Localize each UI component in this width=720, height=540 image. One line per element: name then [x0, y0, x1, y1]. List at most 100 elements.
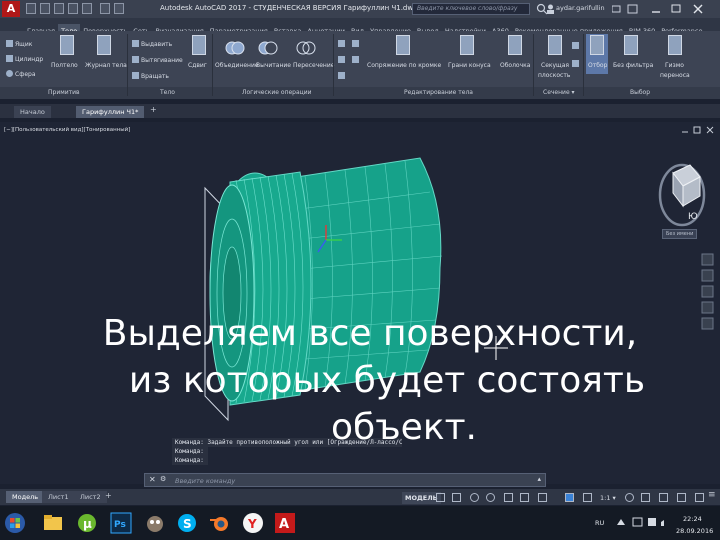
- polysolid-icon[interactable]: [60, 35, 74, 55]
- annotation-scale-icon[interactable]: [583, 493, 592, 502]
- autocad-taskbar-icon[interactable]: A: [274, 512, 296, 534]
- gizmo-label-2[interactable]: переноса: [660, 72, 690, 79]
- add-layout-icon[interactable]: +: [105, 491, 112, 500]
- blender-icon[interactable]: [208, 512, 230, 534]
- new-tab-icon[interactable]: +: [150, 105, 157, 114]
- section-tool-1[interactable]: [572, 42, 581, 50]
- system-tray-icons[interactable]: [615, 515, 671, 529]
- fillet-edge-icon[interactable]: [396, 35, 410, 55]
- units-icon[interactable]: [641, 493, 650, 502]
- box-button[interactable]: Ящик: [6, 40, 32, 48]
- box-icon: [6, 40, 13, 47]
- yandex-browser-icon[interactable]: Y: [242, 512, 264, 534]
- gimp-icon[interactable]: [144, 512, 166, 534]
- sphere-button[interactable]: Сфера: [6, 70, 36, 78]
- sweep-label[interactable]: Сдвиг: [188, 62, 207, 69]
- search-input[interactable]: Введите ключевое слово/фразу: [412, 3, 530, 15]
- taper-faces-icon[interactable]: [460, 35, 474, 55]
- clock-date[interactable]: 28.09.2016: [676, 527, 713, 535]
- photoshop-icon[interactable]: Ps: [110, 512, 132, 534]
- sweep-icon[interactable]: [192, 35, 206, 55]
- language-indicator[interactable]: RU: [595, 519, 604, 527]
- print-icon[interactable]: [82, 3, 92, 14]
- redo-icon[interactable]: [114, 3, 124, 14]
- svg-text:S: S: [183, 517, 192, 531]
- section-plane-icon[interactable]: [548, 35, 562, 55]
- file-tab-drawing[interactable]: Гарифуллин Ч1*: [76, 106, 145, 118]
- section-plane-label-1[interactable]: Секущая: [541, 62, 569, 69]
- ribbon-divider: [127, 34, 128, 96]
- gizmo-icon[interactable]: [668, 35, 682, 55]
- edit-tool-4[interactable]: [352, 56, 361, 64]
- subtract-button[interactable]: Вычитание: [256, 62, 291, 69]
- ortho-icon[interactable]: [470, 493, 479, 502]
- file-tab-start[interactable]: Начало: [14, 106, 51, 118]
- extrude-button[interactable]: Выдавить: [132, 40, 172, 48]
- snap-icon[interactable]: [452, 493, 461, 502]
- viewcube-south[interactable]: Ю: [688, 212, 698, 222]
- layout-tab-model[interactable]: Модель: [6, 491, 45, 503]
- save-as-icon[interactable]: [68, 3, 78, 14]
- polysolid-label[interactable]: Полтело: [51, 62, 78, 69]
- workspace-icon[interactable]: [625, 493, 634, 502]
- grid-icon[interactable]: [436, 493, 445, 502]
- union-button[interactable]: Объединение: [215, 62, 259, 69]
- clock-time[interactable]: 22:24: [683, 515, 702, 523]
- skype-icon[interactable]: S: [176, 512, 198, 534]
- loft-button[interactable]: Вытягивание: [132, 56, 183, 64]
- osnap-icon[interactable]: [504, 493, 513, 502]
- fillet-edge-label[interactable]: Сопряжение по кромке: [367, 62, 441, 69]
- customize-icon[interactable]: ≡: [708, 490, 716, 500]
- filter-label[interactable]: Без фильтра: [613, 62, 653, 69]
- filter-icon[interactable]: [624, 35, 638, 55]
- revolve-icon: [132, 72, 139, 79]
- windows-start-icon[interactable]: [4, 512, 26, 534]
- intersect-button[interactable]: Пересечение: [293, 62, 334, 69]
- section-plane-label-2[interactable]: плоскость: [538, 72, 570, 79]
- title-bar: A Autodesk AutoCAD 2017 - СТУДЕНЧЕСКАЯ В…: [0, 0, 720, 18]
- close-command-icon[interactable]: ✕: [149, 475, 156, 484]
- section-tool-2[interactable]: [572, 60, 581, 68]
- imprint-icon: [352, 56, 359, 63]
- otrack-icon[interactable]: [520, 493, 529, 502]
- solid-history-icon[interactable]: [97, 35, 111, 55]
- model-space-button[interactable]: МОДЕЛЬ: [402, 492, 441, 504]
- save-icon[interactable]: [54, 3, 64, 14]
- user-name[interactable]: aydar.garifullin: [556, 4, 605, 12]
- new-file-icon[interactable]: [26, 3, 36, 14]
- layout-tab-sheet1[interactable]: Лист1: [42, 491, 75, 503]
- section-icon: [572, 42, 579, 49]
- solid-history-label[interactable]: Журнал тела: [85, 62, 127, 69]
- polar-icon[interactable]: [486, 493, 495, 502]
- cylinder-button[interactable]: Цилиндр: [6, 55, 43, 63]
- command-history-icon[interactable]: ▴: [537, 475, 541, 483]
- caption-line-3: объект.: [331, 407, 477, 448]
- edit-tool-3[interactable]: [338, 56, 347, 64]
- hardware-accel-icon[interactable]: [677, 493, 686, 502]
- autocad-logo-icon[interactable]: A: [2, 1, 20, 17]
- command-input[interactable]: ✕ ⚙ Введите команду ▴: [144, 473, 546, 487]
- undo-icon[interactable]: [100, 3, 110, 14]
- shell-icon[interactable]: [508, 35, 522, 55]
- isolate-icon[interactable]: [659, 493, 668, 502]
- shell-label[interactable]: Оболочка: [500, 62, 530, 69]
- explorer-icon[interactable]: [42, 512, 64, 534]
- edit-tool-5[interactable]: [338, 72, 347, 80]
- lineweight-icon[interactable]: [538, 493, 547, 502]
- edit-tool-2[interactable]: [352, 40, 361, 48]
- fullscreen-icon[interactable]: [695, 493, 704, 502]
- revolve-button[interactable]: Вращать: [132, 72, 169, 80]
- utorrent-icon[interactable]: µ: [76, 512, 98, 534]
- command-customize-icon[interactable]: ⚙: [160, 475, 166, 483]
- gizmo-label-1[interactable]: Гизмо: [665, 62, 684, 69]
- taper-faces-label[interactable]: Грани конуса: [448, 62, 491, 69]
- annotation-visibility-icon[interactable]: [565, 493, 574, 502]
- annotation-scale[interactable]: 1:1 ▾: [600, 494, 616, 502]
- window-controls[interactable]: [612, 3, 712, 15]
- viewcube[interactable]: Ю: [658, 163, 706, 227]
- edit-tool-1[interactable]: [338, 40, 347, 48]
- open-file-icon[interactable]: [40, 3, 50, 14]
- layout-tab-sheet2[interactable]: Лист2: [74, 491, 107, 503]
- ribbon-tabs: ГлавнаяТелоПоверхностьСетьВизуализацияПа…: [0, 18, 720, 37]
- ucs-menu[interactable]: Без имени: [662, 229, 698, 239]
